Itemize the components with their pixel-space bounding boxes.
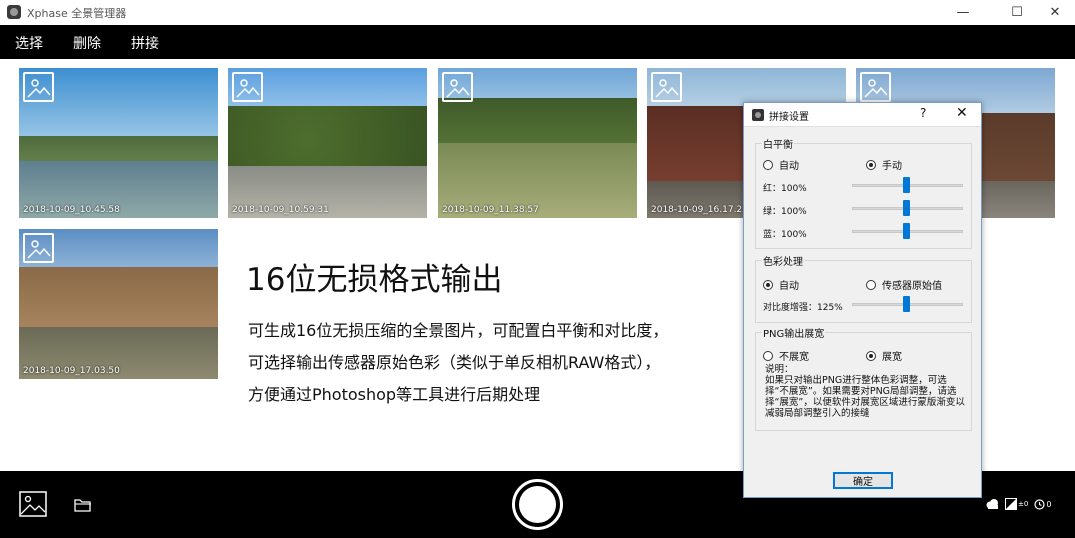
dialog-close-button[interactable]: ✕: [956, 105, 968, 121]
exposure-icon: ±0: [1005, 498, 1028, 510]
thumbnail-1[interactable]: 2018-10-09_10.45.58: [19, 68, 218, 218]
timer-label: 0: [1046, 499, 1052, 509]
dialog-title: 拼接设置: [769, 112, 809, 123]
contrast-slider-thumb[interactable]: [903, 296, 910, 312]
thumbnail-caption: 2018-10-09_16.17.2: [651, 205, 743, 215]
group-title: PNG输出展宽: [762, 325, 826, 340]
png-no-expand-radio[interactable]: 不展宽: [763, 348, 809, 363]
wb-manual-radio[interactable]: 手动: [866, 157, 902, 172]
thumbnail-caption: 2018-10-09_10.45.58: [23, 205, 120, 215]
radio-label: 不展宽: [779, 352, 809, 363]
gallery-icon[interactable]: [19, 491, 47, 517]
wb-auto-radio[interactable]: 自动: [763, 157, 799, 172]
radio-circle: [866, 350, 876, 361]
stitch-settings-dialog: 拼接设置 ? ✕ 白平衡 自动 手动 红：100% 绿：100% 蓝：100%: [743, 102, 982, 498]
radio-circle: [763, 159, 773, 170]
radio-circle: [763, 279, 773, 290]
menu-stitch[interactable]: 拼接: [131, 33, 159, 53]
status-icons: ±0 0: [985, 498, 1051, 510]
color-processing-group: 色彩处理 自动 传感器原始值 对比度增强：125%: [755, 253, 972, 323]
image-icon: [860, 72, 891, 102]
radio-label: 自动: [779, 161, 799, 172]
blue-label: 蓝：100%: [763, 230, 807, 240]
thumbnail-6[interactable]: 2018-10-09_17.03.50: [19, 229, 218, 379]
window-title: Xphase 全景管理器: [27, 7, 127, 20]
feature-line-3: 方便通过Photoshop等工具进行后期处理: [248, 385, 541, 404]
radio-circle: [866, 159, 876, 170]
color-auto-radio[interactable]: 自动: [763, 277, 799, 292]
image-icon: [442, 72, 473, 102]
menu-select[interactable]: 选择: [15, 33, 43, 53]
image-icon: [232, 72, 263, 102]
feature-title: 16位无损格式输出: [246, 262, 503, 298]
blue-slider-thumb[interactable]: [903, 223, 910, 239]
radio-label: 传感器原始值: [882, 281, 942, 292]
radio-circle: [763, 350, 773, 361]
minimize-button[interactable]: —: [940, 0, 986, 25]
help-button[interactable]: ?: [920, 106, 926, 120]
green-label: 绿：100%: [763, 207, 807, 217]
red-label: 红：100%: [763, 184, 807, 194]
menu-delete[interactable]: 删除: [73, 33, 101, 53]
image-icon: [651, 72, 682, 102]
menu-bar: 选择 删除 拼接: [0, 25, 1075, 59]
radio-circle: [866, 279, 876, 290]
white-balance-group: 白平衡 自动 手动 红：100% 绿：100% 蓝：100%: [755, 136, 972, 249]
png-note: 说明： 如果只对输出PNG进行整体色彩调整，可选择“不展宽”。如果需要对PNG局…: [765, 364, 965, 419]
title-bar: Xphase 全景管理器 — ☐ ✕: [0, 0, 1075, 25]
app-logo-icon: [7, 5, 21, 19]
dialog-app-icon: [752, 109, 764, 121]
timer-icon: 0: [1034, 498, 1052, 510]
group-title: 白平衡: [762, 136, 794, 151]
png-expand-radio[interactable]: 展宽: [866, 348, 902, 363]
shutter-button[interactable]: [512, 479, 563, 530]
color-raw-radio[interactable]: 传感器原始值: [866, 277, 942, 292]
close-button[interactable]: ✕: [1032, 0, 1075, 25]
feature-line-1: 可生成16位无损压缩的全景图片，可配置白平衡和对比度，: [248, 321, 669, 340]
red-slider-thumb[interactable]: [903, 177, 910, 193]
exposure-label: ±0: [1018, 500, 1029, 508]
thumbnail-3[interactable]: 2018-10-09_11.38.57: [438, 68, 637, 218]
thumbnail-caption: 2018-10-09_17.03.50: [23, 366, 120, 376]
green-slider-thumb[interactable]: [903, 200, 910, 216]
radio-label: 手动: [882, 161, 902, 172]
ok-button[interactable]: 确定: [833, 472, 893, 489]
thumbnail-caption: 2018-10-09_10.59.31: [232, 205, 329, 215]
folder-icon[interactable]: [74, 497, 92, 512]
dialog-title-bar: 拼接设置 ? ✕: [744, 103, 981, 127]
radio-label: 展宽: [882, 352, 902, 363]
thumbnail-2[interactable]: 2018-10-09_10.59.31: [228, 68, 427, 218]
image-icon: [23, 233, 54, 263]
group-title: 色彩处理: [762, 253, 804, 268]
png-expand-group: PNG输出展宽 不展宽 展宽 说明： 如果只对输出PNG进行整体色彩调整，可选择…: [755, 325, 972, 431]
feature-line-2: 可选择输出传感器原始色彩（类似于单反相机RAW格式），: [248, 353, 661, 372]
contrast-label: 对比度增强：125%: [763, 303, 843, 313]
image-icon: [23, 72, 54, 102]
radio-label: 自动: [779, 281, 799, 292]
thumbnail-caption: 2018-10-09_11.38.57: [442, 205, 539, 215]
cloud-icon: [985, 498, 999, 510]
app-window: Xphase 全景管理器 — ☐ ✕ 选择 删除 拼接 2018-10-09_1…: [0, 0, 1075, 538]
